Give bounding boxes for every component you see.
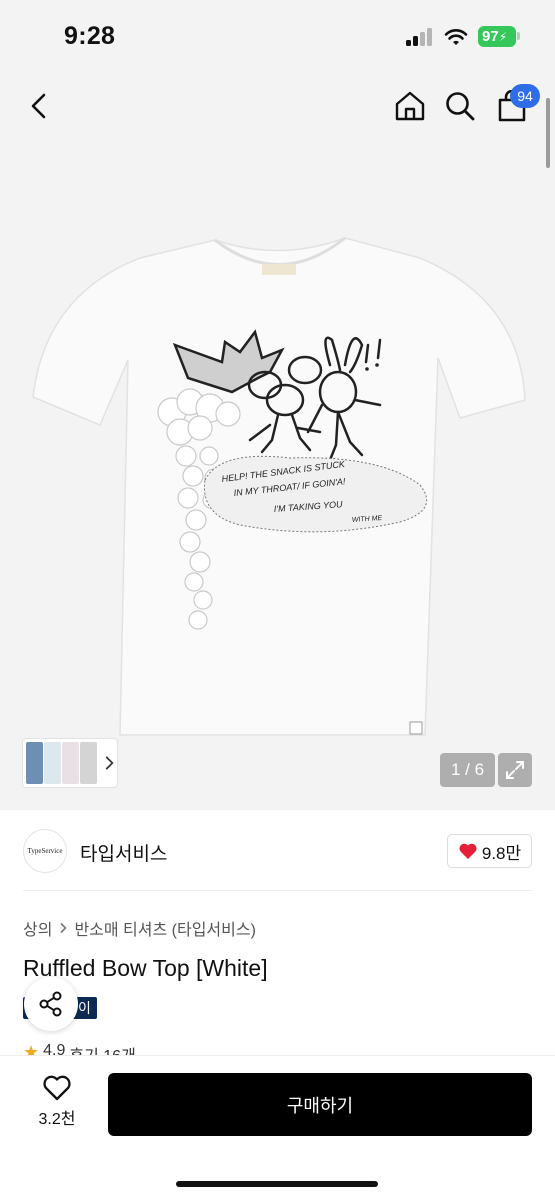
chevron-left-icon (31, 93, 46, 119)
scroll-indicator (546, 98, 550, 168)
share-icon (39, 991, 62, 1017)
wishlist-button[interactable]: 3.2천 (24, 1074, 90, 1138)
heart-filled-icon (459, 843, 477, 859)
battery-icon: 97⚡ (478, 26, 516, 47)
star-icon: ★ (23, 1042, 40, 1056)
wishlist-count: 3.2천 (38, 1111, 76, 1128)
brand-name[interactable]: 타입서비스 (80, 839, 167, 866)
search-icon (446, 92, 475, 121)
image-thumbnails[interactable] (23, 739, 117, 787)
image-page-counter: 1 / 6 (440, 753, 495, 787)
review-count: 후기 16개 (69, 1042, 135, 1056)
home-icon (395, 91, 425, 121)
battery-level: 97 (482, 28, 499, 45)
top-nav (0, 70, 555, 140)
brand-like-count: 9.8만 (481, 843, 522, 863)
brand-like-button[interactable]: 9.8만 (447, 834, 532, 868)
breadcrumb-subcategory[interactable]: 반소매 티셔츠 (타입서비스) (74, 916, 255, 940)
wifi-icon (444, 29, 468, 45)
breadcrumb-category[interactable]: 상의 (23, 916, 52, 940)
battery-tip (517, 32, 520, 40)
search-button[interactable] (438, 84, 482, 128)
status-time: 9:28 (64, 22, 116, 50)
tshirt-image: HELP! THE SNACK IS STUCK IN MY THROAT/ I… (32, 236, 526, 736)
thumbnail-3[interactable] (61, 742, 79, 784)
thumbnail-1[interactable] (26, 742, 43, 784)
thumbnail-4[interactable] (79, 742, 97, 784)
back-button[interactable] (18, 84, 62, 128)
home-button[interactable] (388, 84, 432, 128)
heart-outline-icon (43, 1075, 71, 1101)
divider (23, 890, 532, 891)
bottom-action-bar: 3.2천 구매하기 (0, 1055, 555, 1200)
rating-row[interactable]: ★ 4.9 후기 16개 (23, 1042, 136, 1056)
chevron-right-icon (105, 756, 114, 770)
thumbnail-2[interactable] (43, 742, 61, 784)
cart-count-badge: 94 (510, 84, 540, 108)
status-bar: 9:28 97⚡ (0, 0, 555, 70)
home-indicator (176, 1181, 378, 1187)
cellular-signal-icon (406, 28, 434, 46)
expand-image-button[interactable] (498, 753, 532, 787)
product-image[interactable]: HELP! THE SNACK IS STUCK IN MY THROAT/ I… (0, 70, 555, 810)
rating-value: 4.9 (43, 1042, 66, 1056)
buy-button[interactable]: 구매하기 (108, 1073, 532, 1136)
brand-logo[interactable]: TypeService (23, 829, 67, 873)
chevron-right-icon (60, 922, 68, 934)
breadcrumb: 상의 반소매 티셔츠 (타입서비스) (23, 916, 256, 940)
expand-icon (506, 761, 524, 779)
share-button[interactable] (24, 977, 78, 1031)
